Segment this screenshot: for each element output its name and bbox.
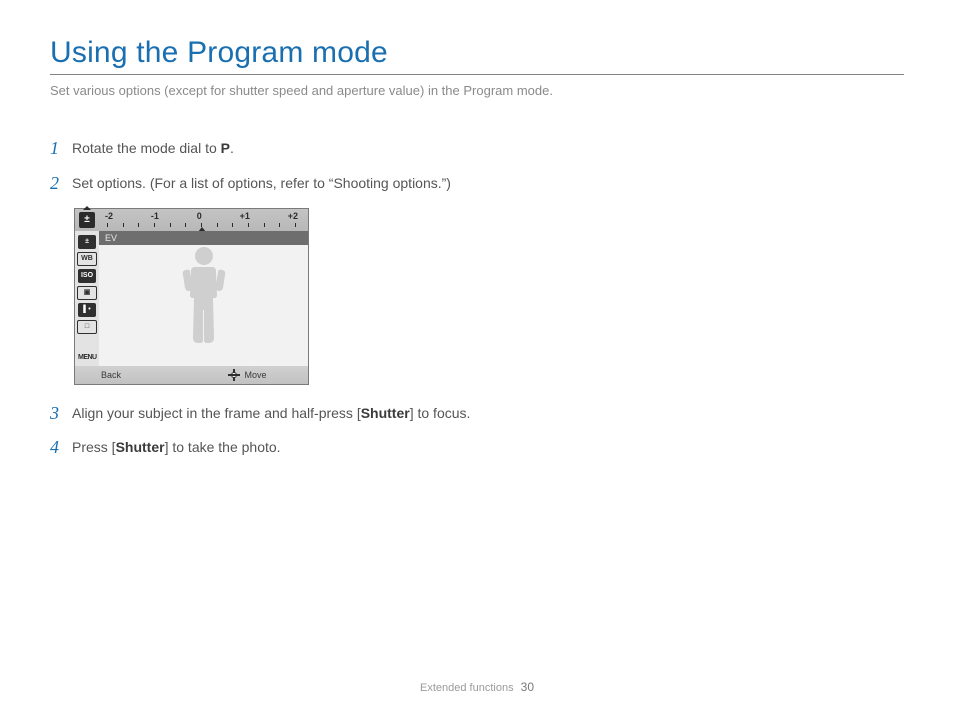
manual-page: Using the Program mode Set various optio… <box>0 0 954 720</box>
step-2: 2 Set options. (For a list of options, r… <box>50 173 530 194</box>
shutter-bold: Shutter <box>116 439 165 455</box>
footer-section: Extended functions <box>420 682 514 694</box>
text: . <box>230 140 234 156</box>
lcd-side-icons: ± WB ISO ▣ ▌• □ MENU <box>75 231 99 366</box>
ev-icon: ± <box>79 212 95 228</box>
step-4: 4 Press [Shutter] to take the photo. <box>50 437 530 458</box>
person-silhouette-icon <box>179 245 229 357</box>
dpad-icon <box>228 369 240 381</box>
ev-tick: +1 <box>240 211 250 221</box>
step-text: Set options. (For a list of options, ref… <box>72 173 530 193</box>
menu-icon: MENU <box>78 353 96 363</box>
title-rule <box>50 74 904 75</box>
ev-tick: +2 <box>288 211 298 221</box>
step-number: 1 <box>50 138 72 159</box>
back-text: Back <box>101 370 121 380</box>
ev-tick: -2 <box>105 211 113 221</box>
lcd-move-label: Move <box>187 369 308 381</box>
white-balance-icon: WB <box>77 252 97 266</box>
lcd-ev-bar: ± -2 -1 0 +1 +2 <box>75 209 308 231</box>
text: ] to take the photo. <box>165 439 281 455</box>
page-number: 30 <box>521 680 534 694</box>
lcd-figure: ± -2 -1 0 +1 +2 ± <box>74 208 530 385</box>
drive-icon: □ <box>77 320 97 334</box>
ev-tick: -1 <box>151 211 159 221</box>
camera-lcd: ± -2 -1 0 +1 +2 ± <box>74 208 309 385</box>
shutter-bold: Shutter <box>361 405 410 421</box>
focus-area-icon: ▣ <box>77 286 97 300</box>
step-number: 2 <box>50 173 72 194</box>
metering-icon: ▌• <box>78 303 96 317</box>
iso-icon: ISO <box>78 269 96 283</box>
ev-scale: -2 -1 0 +1 +2 <box>99 211 304 229</box>
step-1: 1 Rotate the mode dial to P. <box>50 138 530 159</box>
ev-adjust-icon: ± <box>78 235 96 249</box>
page-subtitle: Set various options (except for shutter … <box>50 83 904 98</box>
step-text: Press [Shutter] to take the photo. <box>72 437 530 457</box>
lcd-back-label: Back <box>75 370 187 380</box>
lcd-preview <box>99 231 308 366</box>
lcd-bottom-bar: Back Move <box>75 366 308 384</box>
step-text: Rotate the mode dial to P. <box>72 138 530 158</box>
text: Press [ <box>72 439 116 455</box>
page-title: Using the Program mode <box>50 36 904 70</box>
step-3: 3 Align your subject in the frame and ha… <box>50 403 530 424</box>
step-text: Align your subject in the frame and half… <box>72 403 530 423</box>
step-number: 4 <box>50 437 72 458</box>
ev-tick: 0 <box>197 211 202 221</box>
page-footer: Extended functions 30 <box>0 680 954 694</box>
lcd-body: ± WB ISO ▣ ▌• □ MENU EV <box>75 231 308 366</box>
move-text: Move <box>244 370 266 380</box>
step-number: 3 <box>50 403 72 424</box>
text: Rotate the mode dial to <box>72 140 221 156</box>
text: ] to focus. <box>410 405 471 421</box>
steps-list: 1 Rotate the mode dial to P. 2 Set optio… <box>50 138 530 458</box>
mode-letter: P <box>221 140 230 156</box>
text: Align your subject in the frame and half… <box>72 405 361 421</box>
